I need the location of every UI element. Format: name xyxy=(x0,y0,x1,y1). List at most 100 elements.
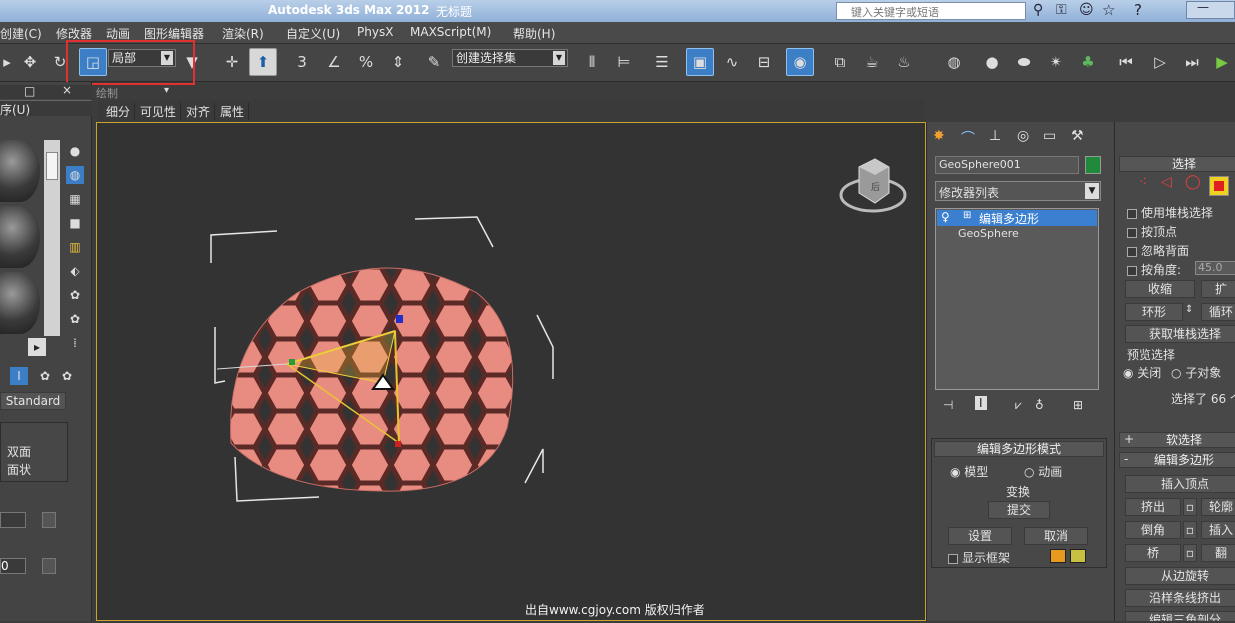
by-vertex-checkbox[interactable]: 按顶点 xyxy=(1127,223,1177,240)
show-cage-checkbox[interactable]: 显示框架 xyxy=(948,549,1010,566)
material-sample-slot[interactable] xyxy=(0,206,40,268)
ring-spinner-icon[interactable]: ⇕ xyxy=(1185,304,1193,315)
remove-modifier-icon[interactable]: ♁ xyxy=(1035,398,1044,412)
geosphere-mesh[interactable] xyxy=(97,123,925,620)
render-icon[interactable]: ▶ xyxy=(1208,48,1235,76)
ribbon-dropdown-icon[interactable]: ▾ xyxy=(164,85,169,96)
select-arrow-icon[interactable]: ▸ xyxy=(0,48,14,76)
align-icon[interactable]: ⊨ xyxy=(610,48,638,76)
select-manipulate-icon[interactable]: ✛ xyxy=(218,48,246,76)
mirror-icon[interactable]: ⫴ xyxy=(578,48,606,76)
motion-tab-icon[interactable]: ◎ xyxy=(1017,128,1029,144)
configure-sets-icon[interactable]: ⊞ xyxy=(1073,398,1083,412)
community-icon[interactable]: ☺ xyxy=(1079,2,1094,18)
sample-type-icon[interactable]: ● xyxy=(66,142,84,160)
by-angle-checkbox[interactable]: 按角度: xyxy=(1127,261,1181,278)
snap-3d-icon[interactable]: 3 xyxy=(288,48,316,76)
minimize-button[interactable]: — xyxy=(1186,0,1235,19)
bridge-button[interactable]: 桥 xyxy=(1125,544,1181,562)
search-input[interactable]: 键入关键字或短语 xyxy=(836,2,1026,20)
modifier-list-dropdown[interactable]: 修改器列表 ▼ xyxy=(935,181,1101,201)
display-tab-icon[interactable]: ▭ xyxy=(1043,128,1056,144)
background-icon[interactable]: ▦ xyxy=(66,190,84,208)
spinner-field[interactable]: 0 xyxy=(0,558,26,574)
soft-selection-header[interactable]: + 软选择 xyxy=(1119,432,1235,448)
menu-maxscript[interactable]: MAXScript(M) xyxy=(410,25,491,39)
expand-plus-icon[interactable]: ⊞ xyxy=(963,210,971,221)
show-end-result-icon[interactable]: I xyxy=(975,396,987,410)
gizmo-x-axis-handle[interactable] xyxy=(395,441,401,447)
named-selection-dropdown[interactable]: 创建选择集 ▼ xyxy=(452,49,568,67)
curve-editor-icon[interactable]: ∿ xyxy=(718,48,746,76)
foliage-icon[interactable]: ♣ xyxy=(1074,48,1102,76)
key-icon[interactable]: ⚿ xyxy=(1056,2,1067,18)
shrink-button[interactable]: 收缩 xyxy=(1125,280,1195,298)
cage-selected-color-swatch[interactable] xyxy=(1070,549,1086,563)
radio-model[interactable]: ◉ 模型 xyxy=(950,463,988,480)
faceted-label[interactable]: 面状 xyxy=(7,461,31,478)
percent-snap-icon[interactable]: % xyxy=(352,48,380,76)
object-color-swatch[interactable] xyxy=(1085,156,1101,174)
utilities-tab-icon[interactable]: ⚒ xyxy=(1071,128,1084,144)
extrude-along-spline-button[interactable]: 沿样条线挤出 xyxy=(1125,589,1235,607)
favorites-star-icon[interactable]: ☆ xyxy=(1102,1,1115,19)
inset-button[interactable]: 插入 xyxy=(1201,521,1235,539)
material-navigator-icon[interactable]: ⁞ xyxy=(66,334,84,352)
put-to-scene-icon[interactable]: ✿ xyxy=(36,367,54,385)
restore-icon[interactable]: □ xyxy=(24,84,35,98)
schematic-view-icon[interactable]: ⊟ xyxy=(750,48,778,76)
rollout-header[interactable]: 编辑多边形模式 xyxy=(934,441,1104,457)
binoculars-icon[interactable]: ⚲ xyxy=(1033,2,1043,18)
menu-customize[interactable]: 自定义(U) xyxy=(286,25,340,42)
gizmo-z-axis-handle[interactable] xyxy=(396,315,403,323)
selection-header[interactable]: 选择 xyxy=(1119,156,1235,172)
assign-material-icon[interactable]: ✿ xyxy=(58,367,76,385)
uv-tiling-icon[interactable]: ■ xyxy=(66,214,84,232)
object-name-field[interactable]: GeoSphere001 xyxy=(935,156,1079,174)
graphite-toolbar-icon[interactable]: ▣ xyxy=(686,48,714,76)
cancel-button[interactable]: 取消 xyxy=(1024,527,1088,545)
close-icon[interactable]: × xyxy=(62,83,72,97)
next-frame-icon[interactable]: ⏭ xyxy=(1178,48,1206,76)
stack-item-edit-poly[interactable]: ♀ ⊞ 编辑多边形 xyxy=(937,210,1097,226)
border-mode-icon[interactable]: ◯ xyxy=(1185,174,1201,190)
hierarchy-tab-icon[interactable]: ⊥ xyxy=(989,128,1001,144)
make-unique-icon[interactable]: ⩗ xyxy=(1015,398,1022,413)
material-type-button[interactable]: Standard xyxy=(0,392,66,410)
play-icon[interactable]: ▷ xyxy=(1146,48,1174,76)
two-sided-label[interactable]: 双面 xyxy=(7,443,31,460)
insert-vertex-button[interactable]: 插入顶点 xyxy=(1125,475,1235,493)
preview-subobject-radio[interactable]: ○ 子对象 xyxy=(1171,364,1221,381)
extrude-button[interactable]: 挤出 xyxy=(1125,498,1181,516)
material-sample-slot[interactable] xyxy=(0,140,40,202)
perspective-viewport[interactable]: 后 出自www.cgjoy.com 版权归作者 xyxy=(96,122,926,621)
gizmo-y-axis-handle[interactable] xyxy=(289,359,295,365)
rendered-frame-icon[interactable]: ☕ xyxy=(858,48,886,76)
bridge-settings-icon[interactable]: ▫ xyxy=(1183,544,1197,562)
tab-properties[interactable]: 属性 xyxy=(216,103,250,120)
bevel-settings-icon[interactable]: ▫ xyxy=(1183,521,1197,539)
prev-frame-icon[interactable]: ⏮ xyxy=(1112,48,1140,76)
color-swatch[interactable] xyxy=(42,558,56,574)
select-by-material-icon[interactable]: ✿ xyxy=(66,310,84,328)
extrude-settings-icon[interactable]: ▫ xyxy=(1183,498,1197,516)
polygon-mode-icon[interactable] xyxy=(1209,176,1229,196)
container-icon[interactable]: ◍ xyxy=(940,48,968,76)
pin-stack-icon[interactable]: ⊣ xyxy=(943,398,953,412)
particle-icon[interactable]: ✴ xyxy=(1042,48,1070,76)
use-stack-checkbox[interactable]: 使用堆栈选择 xyxy=(1127,204,1213,221)
preview-off-radio[interactable]: ◉ 关闭 xyxy=(1123,364,1161,381)
spinner-field[interactable] xyxy=(0,512,26,528)
angle-snap-icon[interactable]: ∠ xyxy=(320,48,348,76)
sphere-icon[interactable]: ● xyxy=(978,48,1006,76)
tab-align[interactable]: 对齐 xyxy=(182,103,216,120)
backlight-icon[interactable]: ◍ xyxy=(66,166,84,184)
options-icon[interactable]: ✿ xyxy=(66,286,84,304)
modify-tab-icon[interactable]: ⌒ xyxy=(961,128,975,148)
radio-animate[interactable]: ○ 动画 xyxy=(1024,463,1062,480)
lightbulb-icon[interactable]: ♀ xyxy=(941,210,950,224)
grow-button[interactable]: 扩 xyxy=(1201,280,1235,298)
cylinder-icon[interactable]: ⬬ xyxy=(1010,48,1038,76)
loop-button[interactable]: 循环 xyxy=(1201,303,1235,321)
get-material-icon[interactable]: I xyxy=(10,367,28,385)
